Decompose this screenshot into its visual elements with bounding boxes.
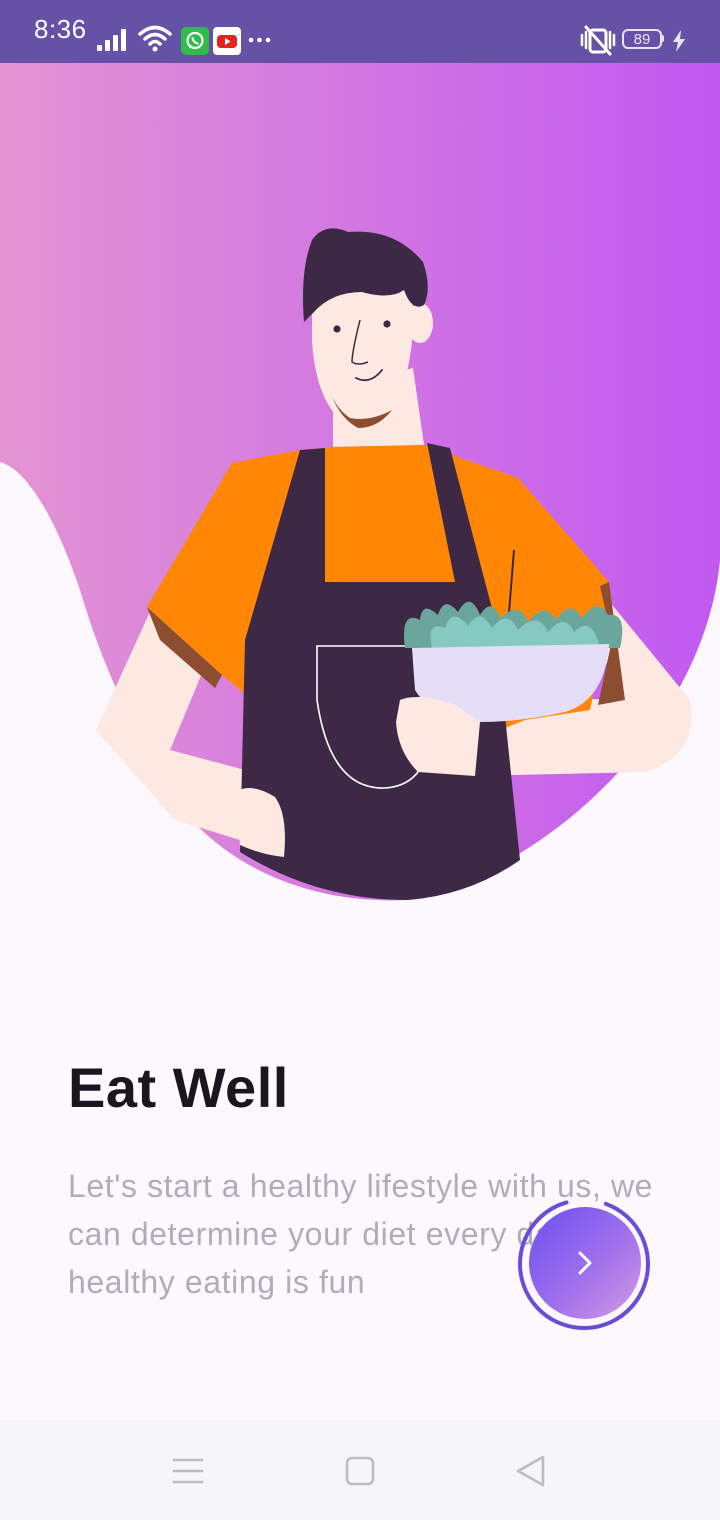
battery-cap xyxy=(661,35,664,42)
charging-icon xyxy=(673,30,685,52)
signal-icon xyxy=(97,29,126,51)
back-triangle-icon[interactable] xyxy=(514,1454,548,1488)
whatsapp-icon xyxy=(181,27,209,55)
chevron-right-icon xyxy=(578,1251,592,1275)
status-time: 8:36 xyxy=(34,14,87,44)
menu-icon[interactable] xyxy=(172,1456,204,1486)
navigation-bar xyxy=(0,1420,720,1520)
hero-illustration xyxy=(0,63,720,913)
status-bar: 8:36 89 xyxy=(0,0,720,63)
home-square-icon[interactable] xyxy=(344,1455,376,1487)
wifi-icon xyxy=(138,25,172,52)
more-notifications-icon xyxy=(248,37,271,43)
next-button-container xyxy=(515,1195,653,1333)
battery-icon: 89 xyxy=(622,29,662,49)
onboarding-title: Eat Well xyxy=(68,1056,289,1119)
youtube-icon xyxy=(213,27,241,55)
vibrate-off-icon xyxy=(580,25,616,56)
next-button[interactable] xyxy=(529,1207,641,1319)
